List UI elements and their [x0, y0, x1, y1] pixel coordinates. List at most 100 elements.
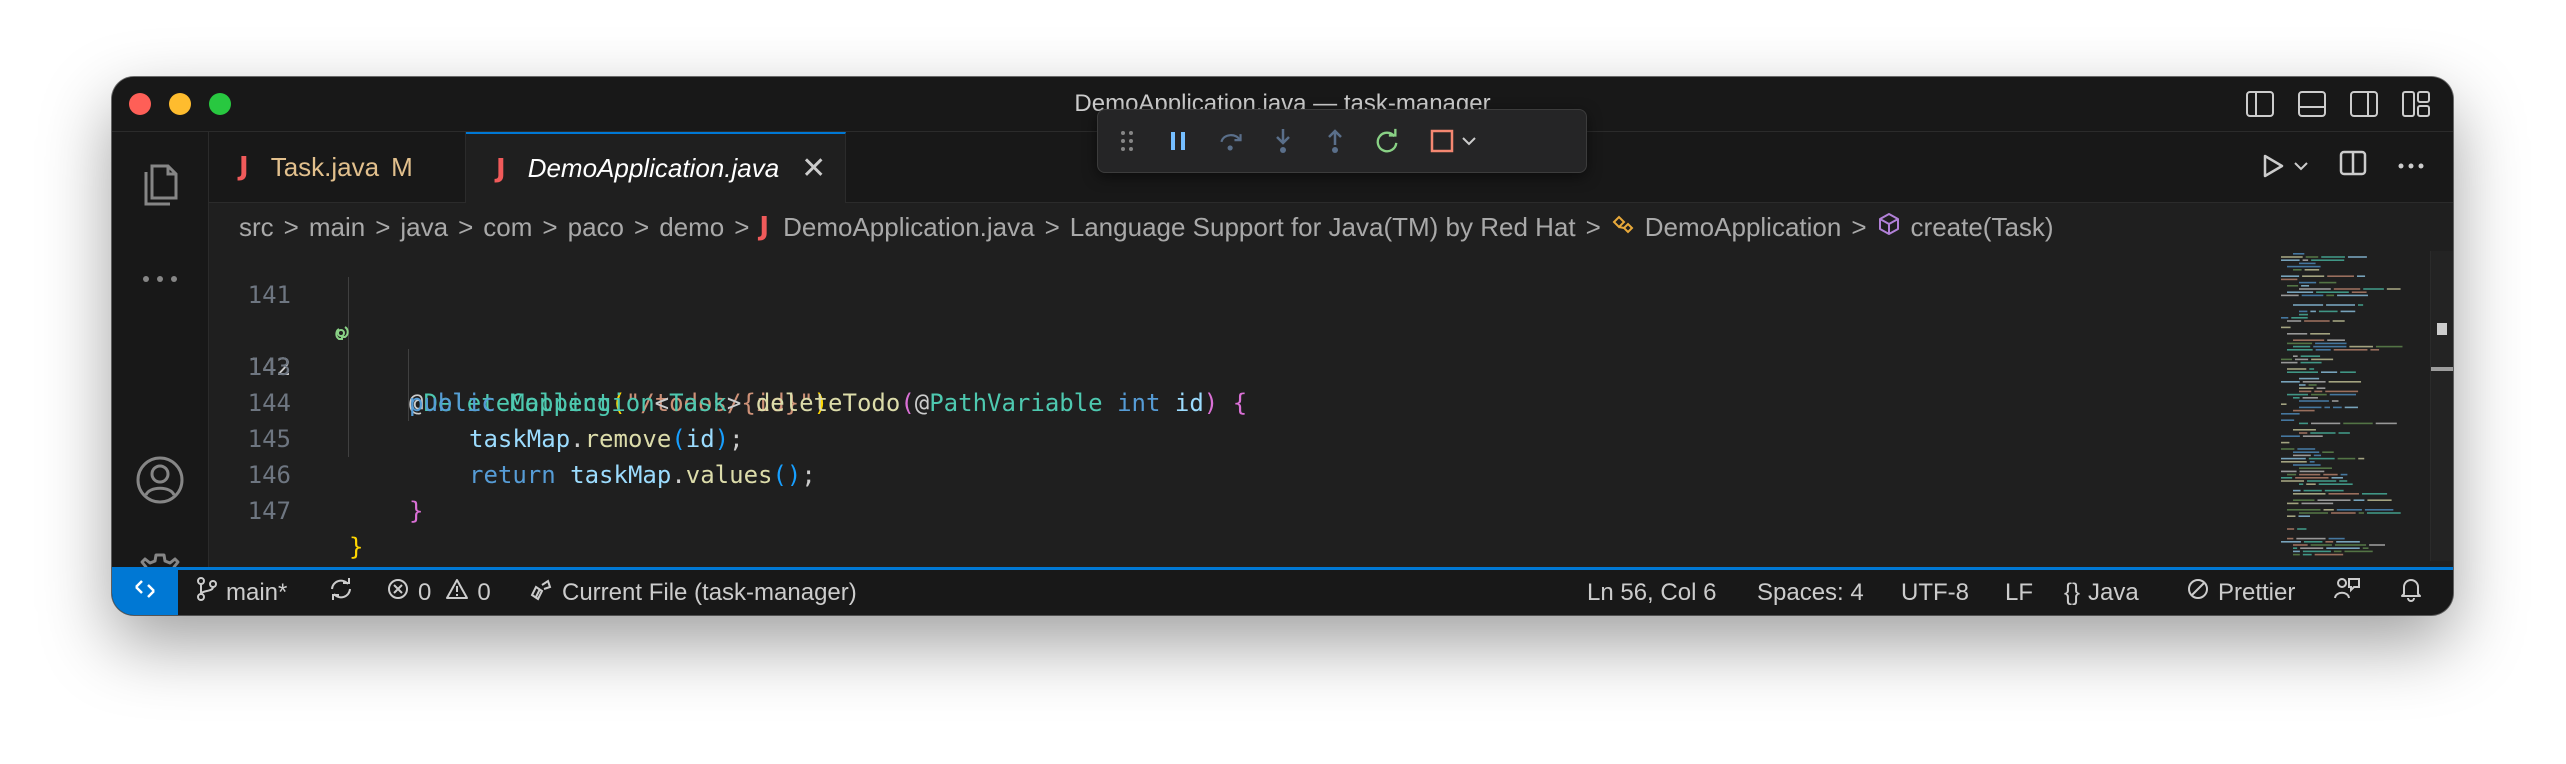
- accounts-button[interactable]: [130, 452, 190, 512]
- indentation-status[interactable]: Spaces: 4: [1757, 570, 1864, 615]
- token: >: [726, 389, 742, 417]
- problems-status[interactable]: 0 0: [386, 570, 491, 615]
- formatter-label: Prettier: [2218, 578, 2296, 606]
- more-views-button[interactable]: [130, 250, 190, 310]
- editor-actions: [2261, 150, 2425, 181]
- vertical-scrollbar[interactable]: [2430, 251, 2453, 561]
- breadcrumb-class[interactable]: DemoApplication: [1645, 212, 1842, 243]
- error-count: 0: [418, 578, 432, 606]
- minimap-preview: [2281, 253, 2403, 556]
- code-text: public Collection<Task> deleteTodo(@Path…: [409, 385, 1247, 421]
- minimap-line: [2299, 512, 2329, 514]
- formatter-status[interactable]: Prettier: [2186, 570, 2295, 615]
- chevron-down-icon[interactable]: [2293, 161, 2309, 171]
- stop-icon[interactable]: [1426, 128, 1480, 154]
- token: ;: [801, 461, 816, 489]
- step-over-icon[interactable]: [1218, 128, 1244, 154]
- minimap-line: [2311, 259, 2345, 261]
- minimap-line: [2302, 381, 2326, 383]
- minimap-line: [2287, 393, 2309, 396]
- token: id: [1174, 389, 1204, 417]
- minimap-line: [2293, 547, 2298, 549]
- breadcrumb-language-support[interactable]: Language Support for Java(TM) by Red Hat: [1070, 212, 1576, 243]
- step-out-icon[interactable]: [1322, 128, 1348, 154]
- minimap-line: [2293, 355, 2298, 357]
- code-line: 146 }: [209, 421, 424, 525]
- eol-status[interactable]: LF: [2005, 570, 2033, 615]
- breadcrumb-item[interactable]: main: [309, 212, 365, 243]
- minimap-line: [2362, 547, 2369, 549]
- minimap-line: [2336, 541, 2360, 543]
- step-into-icon[interactable]: [1270, 128, 1296, 154]
- minimap-line: [2328, 537, 2345, 540]
- notifications-button[interactable]: [2399, 570, 2423, 615]
- tab-demo-application-java[interactable]: J DemoApplication.java ✕: [466, 132, 846, 203]
- breadcrumb-item[interactable]: demo: [659, 212, 724, 243]
- minimap-line: [2293, 553, 2300, 556]
- minimap-line: [2351, 291, 2367, 293]
- token: return: [469, 461, 556, 489]
- feedback-button[interactable]: [2333, 570, 2361, 615]
- minimap-line: [2299, 377, 2320, 380]
- token: Task: [669, 389, 727, 417]
- ellipsis-icon[interactable]: [2397, 157, 2425, 175]
- minimap-line: [2366, 512, 2401, 514]
- minimap-line: [2299, 473, 2321, 476]
- minimap-line: [2308, 457, 2335, 460]
- minimap-line: [2304, 269, 2320, 271]
- sync-status[interactable]: [328, 570, 354, 615]
- minimap-line: [2287, 320, 2302, 322]
- minimap-line: [2332, 320, 2345, 322]
- minimap-line: [2356, 275, 2366, 277]
- minimap[interactable]: [2275, 251, 2425, 561]
- minimap-line: [2375, 345, 2403, 348]
- minimap-line: [2281, 294, 2299, 297]
- code-editor[interactable]: 141 142 @DeleteMapping("/todos/{id}") 14…: [209, 251, 2453, 567]
- token: taskMap: [570, 461, 672, 489]
- toggle-panel-icon[interactable]: [2297, 90, 2327, 118]
- code-line: 147 }: [209, 457, 364, 561]
- run-icon[interactable]: [2261, 153, 2309, 179]
- minimap-line: [2281, 457, 2306, 460]
- split-editor-icon[interactable]: [2339, 150, 2367, 181]
- breadcrumb-file[interactable]: DemoApplication.java: [783, 212, 1034, 243]
- encoding-status[interactable]: UTF-8: [1901, 570, 1969, 615]
- cursor-position[interactable]: Ln 56, Col 6: [1587, 570, 1716, 615]
- minimap-line: [2281, 381, 2300, 383]
- breadcrumb-item[interactable]: com: [483, 212, 532, 243]
- minimap-line: [2313, 454, 2322, 457]
- minimap-line: [2325, 541, 2334, 543]
- breadcrumb-item[interactable]: java: [400, 212, 448, 243]
- minimap-line: [2310, 310, 2316, 313]
- language-status[interactable]: {} Java: [2064, 570, 2139, 615]
- minimap-line: [2299, 400, 2329, 402]
- launch-config-status[interactable]: Current File (task-manager): [528, 570, 857, 615]
- drag-grip-icon[interactable]: [1114, 128, 1140, 154]
- minimap-line: [2333, 288, 2361, 290]
- breadcrumb-item[interactable]: paco: [568, 212, 624, 243]
- debug-toolbar: [1097, 109, 1587, 173]
- java-file-icon: J: [496, 153, 506, 184]
- tab-task-java[interactable]: J Task.java M: [209, 132, 466, 202]
- minimap-line: [2324, 406, 2331, 409]
- branch-status[interactable]: main*: [196, 570, 287, 615]
- close-tab-icon[interactable]: ✕: [801, 153, 826, 184]
- minimap-line: [2303, 541, 2323, 543]
- breadcrumb-method[interactable]: create(Task): [1911, 212, 2054, 243]
- toggle-secondary-sidebar-icon[interactable]: [2349, 90, 2379, 118]
- minimap-line: [2307, 480, 2337, 482]
- chevron-down-icon[interactable]: [1461, 136, 1477, 146]
- pause-icon[interactable]: [1166, 128, 1192, 154]
- breadcrumb-item[interactable]: src: [239, 212, 274, 243]
- remote-indicator[interactable]: [112, 570, 178, 615]
- minimap-line: [2287, 537, 2294, 540]
- minimap-line: [2281, 361, 2298, 364]
- minimap-line: [2300, 547, 2324, 549]
- toggle-primary-sidebar-icon[interactable]: [2245, 90, 2275, 118]
- restart-icon[interactable]: [1374, 128, 1400, 154]
- explorer-button[interactable]: [130, 154, 190, 214]
- minimap-line: [2386, 288, 2401, 290]
- minimap-line: [2303, 489, 2322, 492]
- minimap-line: [2287, 291, 2314, 293]
- customize-layout-icon[interactable]: [2401, 90, 2431, 118]
